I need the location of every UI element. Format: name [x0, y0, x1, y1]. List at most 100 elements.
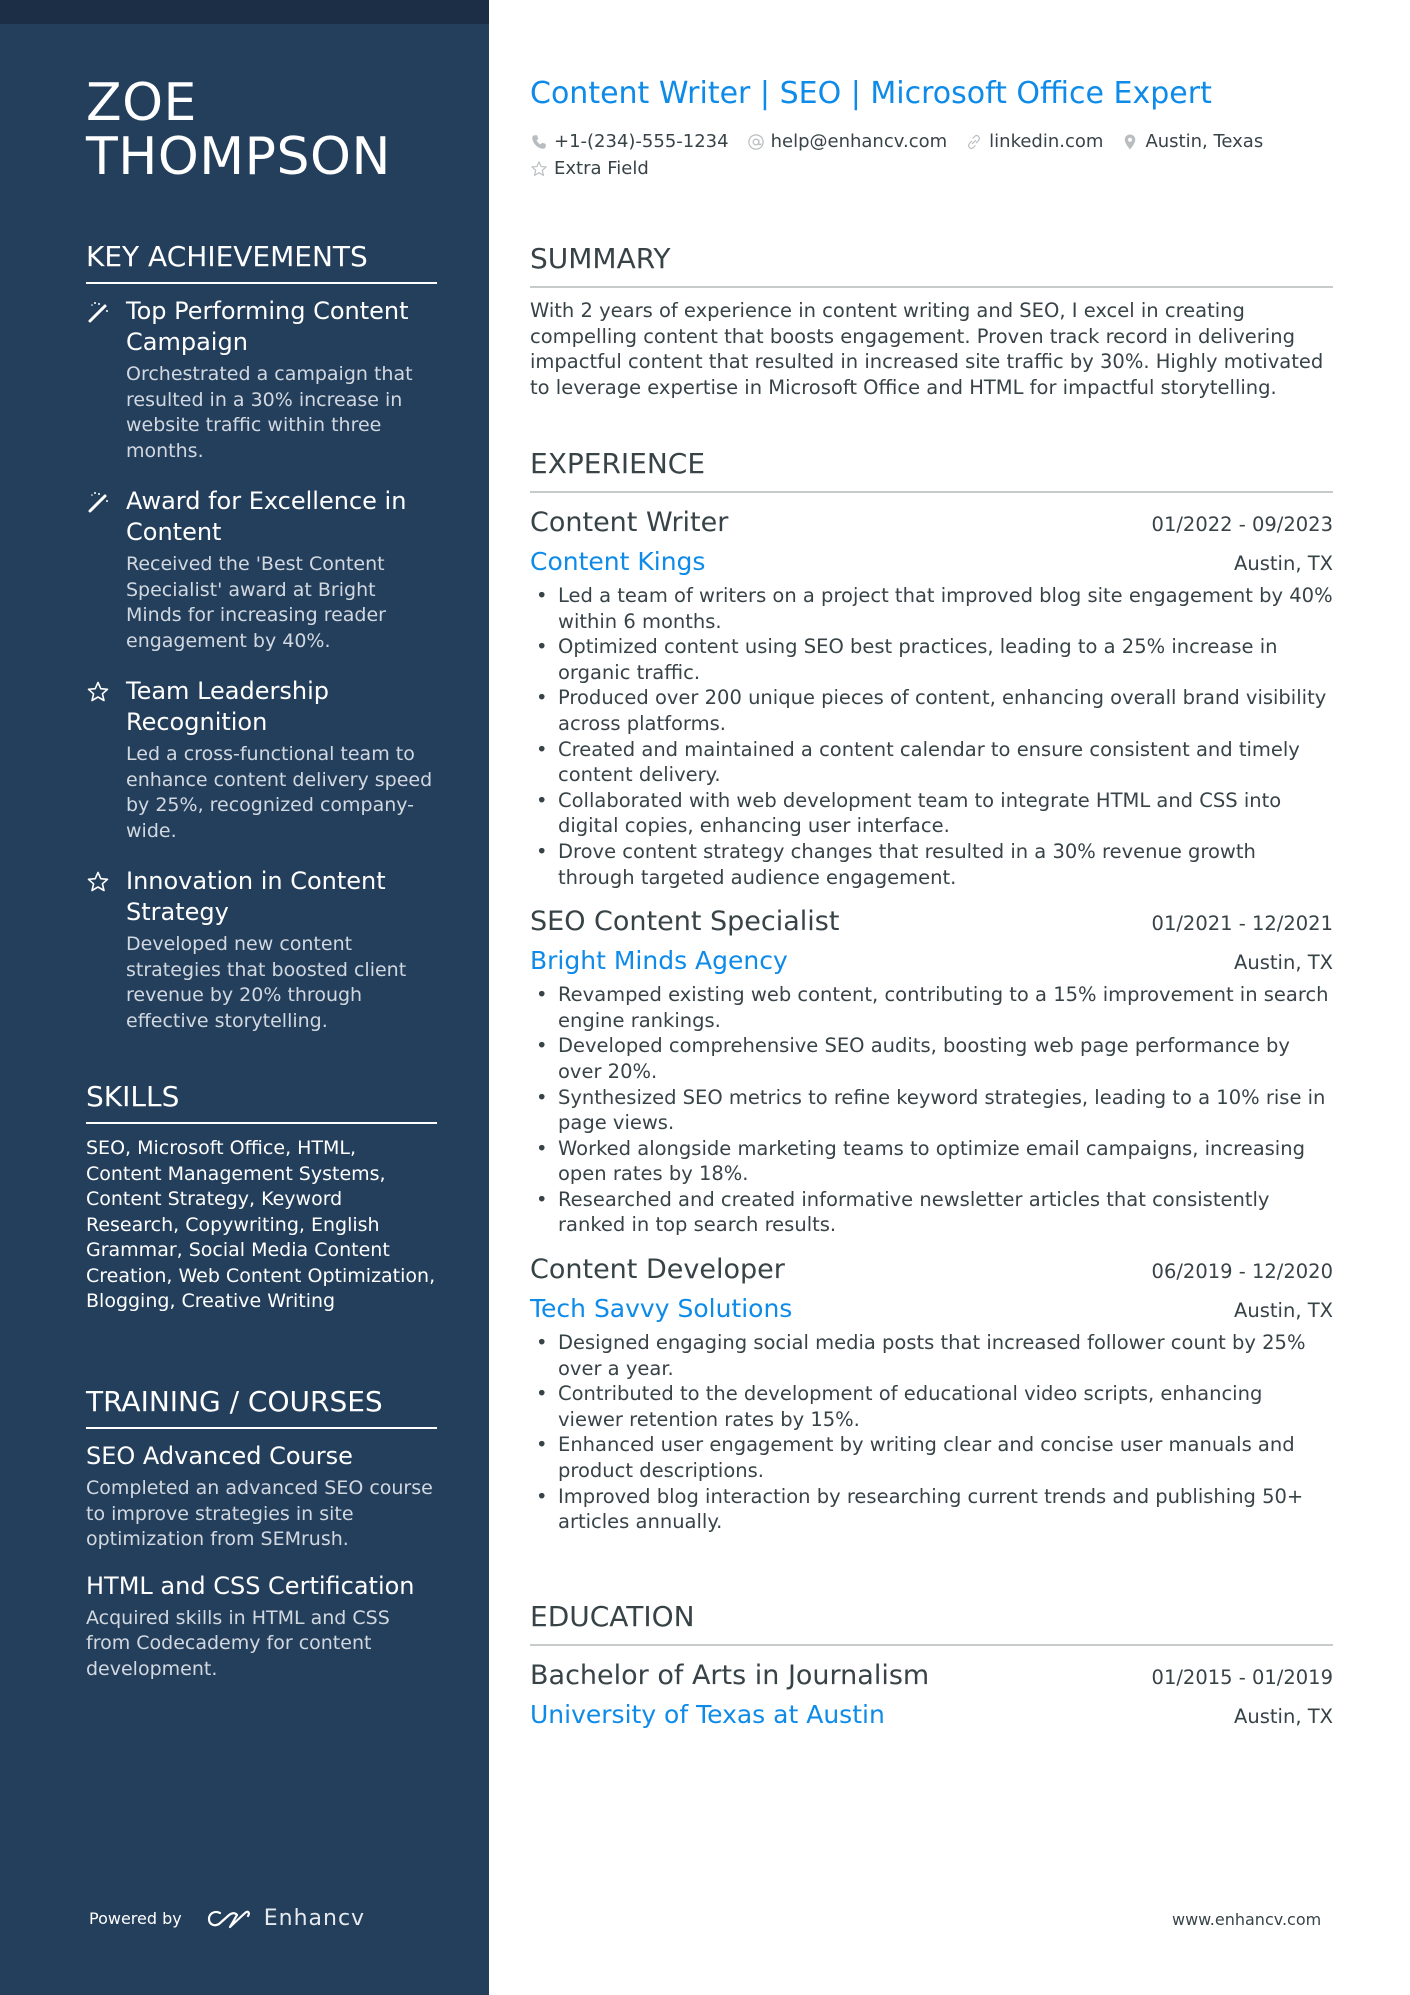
job-title-row: SEO Content Specialist 01/2021 - 12/2021	[530, 902, 1333, 942]
job-title-row: Content Writer 01/2022 - 09/2023	[530, 503, 1333, 543]
magic-wand-icon	[88, 302, 108, 323]
email-text: help@enhancv.com	[770, 131, 948, 152]
enhancv-logo[interactable]: Enhancv	[206, 1906, 365, 1931]
contact-row: +1-(234)-555-1234 help@enhancv.com linke…	[530, 128, 1333, 155]
job-bullet: Researched and created informative newsl…	[536, 1187, 1333, 1238]
candidate-name: ZOE THOMPSON	[86, 76, 391, 184]
degree-title: Bachelor of Arts in Journalism	[530, 1660, 930, 1691]
course-desc: Completed an advanced SEO course to impr…	[86, 1477, 433, 1550]
headline: Content Writer | SEO | Microsoft Office …	[530, 76, 1212, 111]
contact-info: +1-(234)-555-1234 help@enhancv.com linke…	[530, 128, 1333, 182]
star-icon	[87, 871, 109, 892]
sidebar-top-band	[0, 0, 489, 24]
at-icon	[747, 133, 764, 150]
last-name: THOMPSON	[86, 127, 391, 187]
contact-row: Extra Field	[530, 155, 1333, 182]
contact-email[interactable]: help@enhancv.com	[747, 131, 948, 152]
key-achievements-section: KEY ACHIEVEMENTS Top Performing Content …	[86, 240, 437, 1056]
job-entry: Content Writer 01/2022 - 09/2023 Content…	[530, 503, 1333, 890]
job-bullets: Led a team of writers on a project that …	[530, 583, 1333, 890]
key-achievements-header: KEY ACHIEVEMENTS	[86, 240, 437, 284]
course-item: HTML and CSS Certification Acquired skil…	[86, 1571, 437, 1683]
job-bullet: Worked alongside marketing teams to opti…	[536, 1136, 1333, 1187]
job-title-row: Content Developer 06/2019 - 12/2020	[530, 1250, 1333, 1290]
star-icon	[531, 160, 547, 176]
sidebar: ZOE THOMPSON KEY ACHIEVEMENTS Top Perfor…	[0, 0, 489, 1995]
school-row: University of Texas at Austin Austin, TX	[530, 1696, 1333, 1734]
summary-text: With 2 years of experience in content wr…	[530, 299, 1324, 399]
skills-list: SEO, Microsoft Office, HTML, Content Man…	[86, 1137, 436, 1312]
job-bullet: Drove content strategy changes that resu…	[536, 839, 1333, 890]
achievement-desc: Received the 'Best Content Specialist' a…	[126, 553, 386, 652]
job-bullet: Optimized content using SEO best practic…	[536, 634, 1333, 685]
degree-row: Bachelor of Arts in Journalism 01/2015 -…	[530, 1656, 1333, 1696]
experience-header: EXPERIENCE	[530, 447, 1333, 493]
powered-by: Powered by Enhancv	[89, 1906, 365, 1931]
location-text: Austin, Texas	[1145, 131, 1264, 152]
job-bullet: Enhanced user engagement by writing clea…	[536, 1432, 1333, 1483]
job-title: Content Writer	[530, 507, 729, 538]
achievement-title: Innovation in Content Strategy	[126, 867, 386, 926]
course-desc: Acquired skills in HTML and CSS from Cod…	[86, 1606, 390, 1680]
magic-wand-icon	[88, 492, 108, 513]
training-section: TRAINING / COURSES SEO Advanced Course C…	[86, 1385, 437, 1700]
job-title: Content Developer	[530, 1254, 785, 1286]
job-company: Tech Savvy Solutions	[530, 1294, 793, 1324]
education-header: EDUCATION	[530, 1600, 1333, 1646]
job-entry: Content Developer 06/2019 - 12/2020 Tech…	[530, 1250, 1333, 1535]
contact-phone[interactable]: +1-(234)-555-1234	[530, 131, 729, 152]
job-bullet: Produced over 200 unique pieces of conte…	[536, 685, 1333, 736]
job-dates: 06/2019 - 12/2020	[1151, 1260, 1333, 1284]
first-name: ZOE	[86, 73, 197, 133]
job-entry: SEO Content Specialist 01/2021 - 12/2021…	[530, 902, 1333, 1238]
achievement-item: Award for Excellence in Content Received…	[86, 486, 437, 654]
location-pin-icon	[1125, 134, 1136, 149]
job-bullet: Led a team of writers on a project that …	[536, 583, 1333, 634]
job-bullets: Revamped existing web content, contribut…	[530, 982, 1333, 1238]
job-bullet: Collaborated with web development team t…	[536, 788, 1333, 839]
extra-field-text: Extra Field	[554, 158, 649, 179]
phone-icon	[532, 134, 546, 149]
job-company-row: Bright Minds Agency Austin, TX	[530, 942, 1333, 980]
skills-header: SKILLS	[86, 1080, 437, 1124]
summary-header: SUMMARY	[530, 242, 1333, 288]
course-title: SEO Advanced Course	[86, 1442, 353, 1470]
course-item: SEO Advanced Course Completed an advance…	[86, 1441, 437, 1553]
job-bullet: Synthesized SEO metrics to refine keywor…	[536, 1085, 1333, 1136]
achievement-item: Team Leadership Recognition Led a cross-…	[86, 676, 437, 844]
job-company: Bright Minds Agency	[530, 946, 788, 976]
job-bullet: Developed comprehensive SEO audits, boos…	[536, 1033, 1333, 1084]
achievement-item: Top Performing Content Campaign Orchestr…	[86, 296, 437, 464]
job-dates: 01/2021 - 12/2021	[1151, 912, 1333, 936]
powered-by-label: Powered by	[89, 1909, 182, 1928]
job-bullet: Designed engaging social media posts tha…	[536, 1330, 1333, 1381]
education-section: EDUCATION Bachelor of Arts in Journalism…	[530, 1600, 1333, 1734]
star-icon	[87, 681, 109, 702]
achievement-title: Team Leadership Recognition	[126, 677, 329, 736]
job-title: SEO Content Specialist	[530, 906, 840, 938]
job-company-row: Content Kings Austin, TX	[530, 543, 1333, 581]
achievement-desc: Led a cross-functional team to enhance c…	[126, 743, 433, 842]
contact-linkedin[interactable]: linkedin.com	[965, 131, 1103, 152]
enhancv-logo-icon	[207, 1910, 250, 1928]
job-location: Austin, TX	[1234, 951, 1333, 975]
job-company: Content Kings	[530, 547, 706, 576]
job-company-row: Tech Savvy Solutions Austin, TX	[530, 1290, 1333, 1328]
job-location: Austin, TX	[1234, 1299, 1333, 1323]
link-icon	[968, 134, 981, 149]
job-bullet: Created and maintained a content calenda…	[536, 737, 1333, 788]
achievement-title: Award for Excellence in Content	[126, 487, 407, 546]
skills-section: SKILLS SEO, Microsoft Office, HTML, Cont…	[86, 1080, 437, 1315]
job-bullet: Revamped existing web content, contribut…	[536, 982, 1333, 1033]
job-bullet: Improved blog interaction by researching…	[536, 1484, 1333, 1535]
school-location: Austin, TX	[1234, 1705, 1333, 1728]
job-bullet: Contributed to the development of educat…	[536, 1381, 1333, 1432]
experience-section: EXPERIENCE Content Writer 01/2022 - 09/2…	[530, 447, 1333, 1547]
footer-url[interactable]: www.enhancv.com	[1172, 1910, 1321, 1929]
phone-text: +1-(234)-555-1234	[554, 131, 729, 152]
enhancv-logo-text: Enhancv	[263, 1906, 366, 1931]
achievement-title: Top Performing Content Campaign	[126, 297, 409, 356]
contact-extra-field: Extra Field	[530, 158, 649, 179]
summary-section: SUMMARY With 2 years of experience in co…	[530, 242, 1333, 400]
linkedin-text: linkedin.com	[989, 131, 1104, 152]
